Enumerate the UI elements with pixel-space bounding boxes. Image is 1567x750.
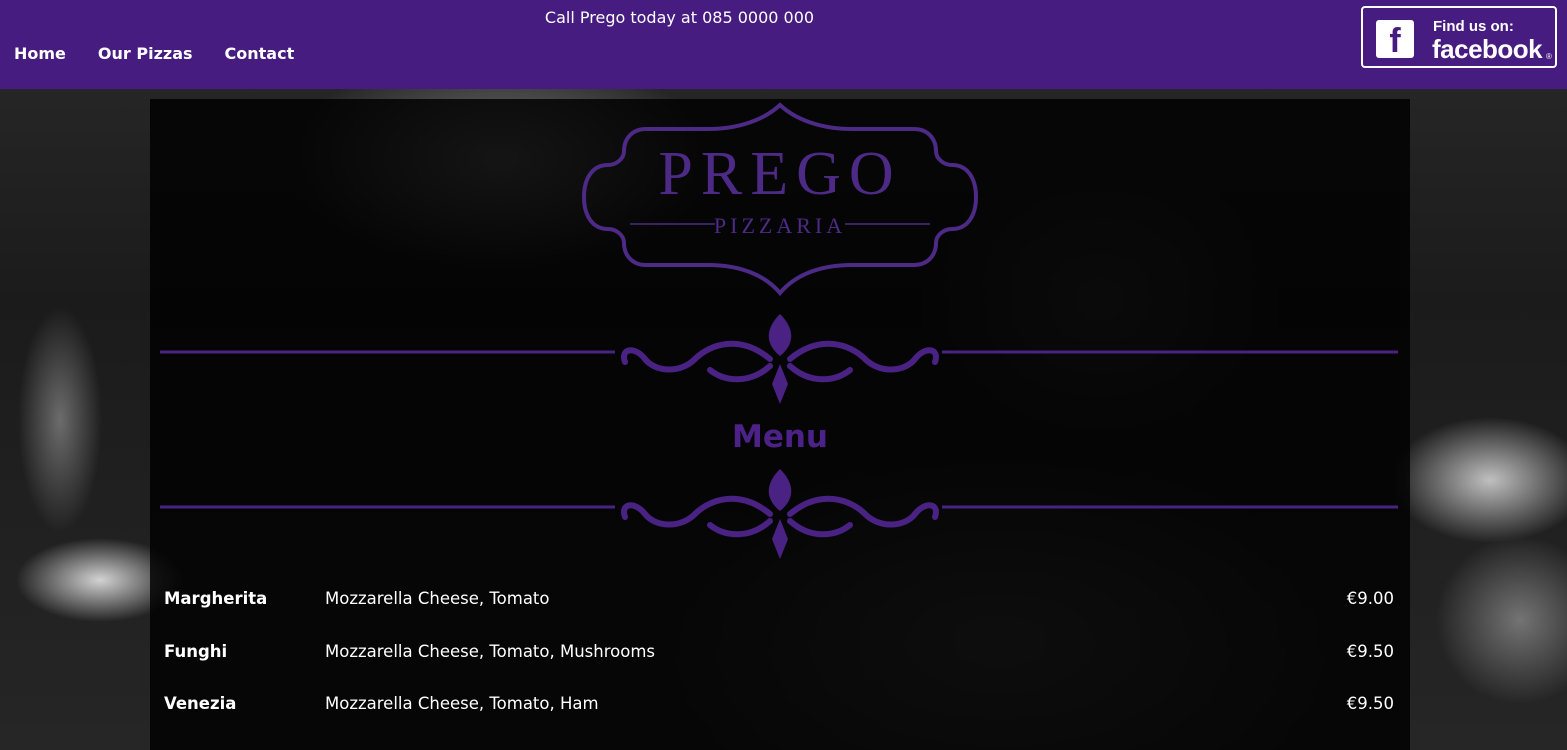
menu-list: Margherita Mozzarella Cheese, Tomato €9.…: [164, 577, 1394, 735]
ornament-divider-top: [160, 314, 1398, 404]
facebook-wordmark: facebook: [1432, 34, 1543, 64]
facebook-find-text: Find us on:: [1433, 18, 1514, 35]
menu-item-description: Mozzarella Cheese, Tomato, Mushrooms: [325, 641, 656, 661]
ornament-divider-bottom: [160, 469, 1398, 559]
facebook-registered-mark: ®: [1546, 52, 1552, 61]
main-nav: Home Our Pizzas Contact: [14, 44, 326, 63]
nav-home-link[interactable]: Home: [14, 44, 66, 63]
nav-our-pizzas-link[interactable]: Our Pizzas: [98, 44, 193, 63]
content-panel: PREGO PIZZARIA Menu Margherita Mozzarell…: [150, 99, 1410, 750]
menu-item-price: €9.50: [1346, 694, 1394, 713]
nav-contact-link[interactable]: Contact: [225, 44, 295, 63]
logo-subtitle: PIZZARIA: [713, 213, 847, 238]
top-header-bar: Call Prego today at 085 0000 000 Home Ou…: [0, 0, 1567, 89]
menu-item-price: €9.00: [1346, 589, 1394, 608]
menu-heading: Menu: [731, 419, 828, 455]
menu-item: Margherita Mozzarella Cheese, Tomato €9.…: [164, 577, 1394, 630]
facebook-icon: f: [1376, 20, 1414, 60]
menu-item-name: Venezia: [164, 694, 237, 713]
facebook-f-letter: f: [1389, 22, 1401, 60]
logo-name: PREGO: [658, 140, 902, 208]
menu-item-price: €9.50: [1346, 641, 1394, 661]
menu-item-name: Funghi: [164, 641, 228, 661]
menu-item-description: Mozzarella Cheese, Tomato, Ham: [325, 694, 599, 713]
menu-item: Funghi Mozzarella Cheese, Tomato, Mushro…: [164, 630, 1394, 683]
menu-item: Venezia Mozzarella Cheese, Tomato, Ham €…: [164, 682, 1394, 735]
menu-item-name: Margherita: [164, 589, 268, 608]
call-banner: Call Prego today at 085 0000 000: [544, 8, 815, 27]
menu-item-description: Mozzarella Cheese, Tomato: [325, 589, 550, 608]
facebook-badge-link[interactable]: f Find us on: facebook ®: [1361, 6, 1557, 68]
